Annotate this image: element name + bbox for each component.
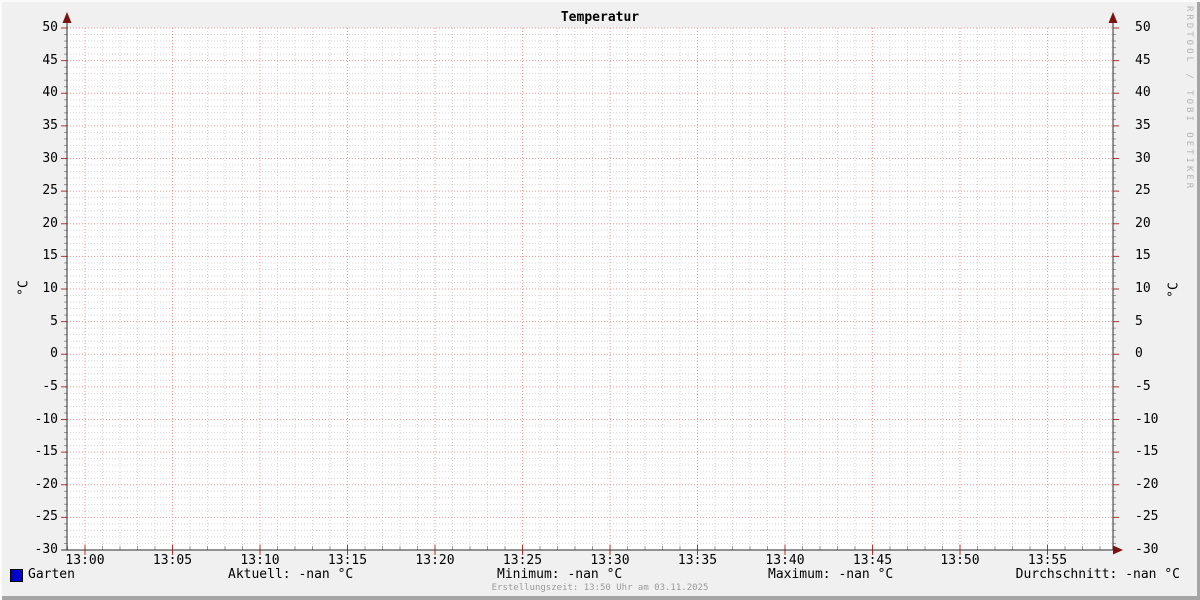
y-tick-label-right: 35 (1135, 118, 1175, 134)
plot-area (67, 28, 1113, 550)
y-tick-label-right: -25 (1135, 509, 1175, 525)
x-tick-label: 13:35 (668, 553, 728, 569)
y-tick-label-left: 40 (18, 85, 58, 101)
y-tick-label-left: -5 (18, 379, 58, 395)
stat-maximum: Maximum: -nan °C (768, 567, 893, 583)
y-tick-label-left: 20 (18, 216, 58, 232)
y-tick-label-left: -30 (18, 542, 58, 558)
stat-minimum: Minimum: -nan °C (497, 567, 622, 583)
y-tick-label-right: 15 (1135, 248, 1175, 264)
y-tick-label-right: 50 (1135, 20, 1175, 36)
creation-time-text: Erstellungszeit: 13:50 Uhr am 03.11.2025 (0, 583, 1200, 594)
y-tick-label-right: 30 (1135, 151, 1175, 167)
y-tick-label-left: -15 (18, 444, 58, 460)
rrdtool-watermark: RRDTOOL / TOBI OETIKER (1184, 6, 1194, 191)
y-tick-label-right: -5 (1135, 379, 1175, 395)
y-tick-label-right: 5 (1135, 314, 1175, 330)
y-tick-label-left: 30 (18, 151, 58, 167)
x-tick-label: 13:20 (405, 553, 465, 569)
chart-title: Temperatur (0, 10, 1200, 26)
y-tick-label-right: 40 (1135, 85, 1175, 101)
legend-swatch-garten (10, 569, 23, 582)
stat-durchschnitt: Durchschnitt: -nan °C (1016, 567, 1180, 583)
y-tick-label-right: -20 (1135, 477, 1175, 493)
temperature-graph: Temperatur 50454035302520151050-5-10-15-… (0, 0, 1200, 600)
y-tick-label-left: -25 (18, 509, 58, 525)
y-tick-label-left: 35 (18, 118, 58, 134)
y-tick-label-right: 45 (1135, 53, 1175, 69)
y-tick-label-right: 25 (1135, 183, 1175, 199)
y-tick-label-left: -20 (18, 477, 58, 493)
y-tick-label-left: 15 (18, 248, 58, 264)
y-tick-label-right: 0 (1135, 346, 1175, 362)
y-tick-label-right: 20 (1135, 216, 1175, 232)
y-tick-label-left: 0 (18, 346, 58, 362)
y-axis-title-right: °C (1167, 282, 1182, 298)
y-tick-label-left: 5 (18, 314, 58, 330)
y-tick-label-left: 25 (18, 183, 58, 199)
y-tick-label-left: 45 (18, 53, 58, 69)
x-tick-label: 13:50 (930, 553, 990, 569)
y-tick-label-left: 50 (18, 20, 58, 36)
y-tick-label-right: -15 (1135, 444, 1175, 460)
stat-aktuell: Aktuell: -nan °C (228, 567, 353, 583)
legend-label-garten: Garten (28, 567, 75, 583)
y-axis-title-left: °C (17, 280, 32, 296)
y-tick-label-left: -10 (18, 412, 58, 428)
x-tick-label: 13:05 (143, 553, 203, 569)
y-tick-label-right: -10 (1135, 412, 1175, 428)
y-tick-label-right: -30 (1135, 542, 1175, 558)
